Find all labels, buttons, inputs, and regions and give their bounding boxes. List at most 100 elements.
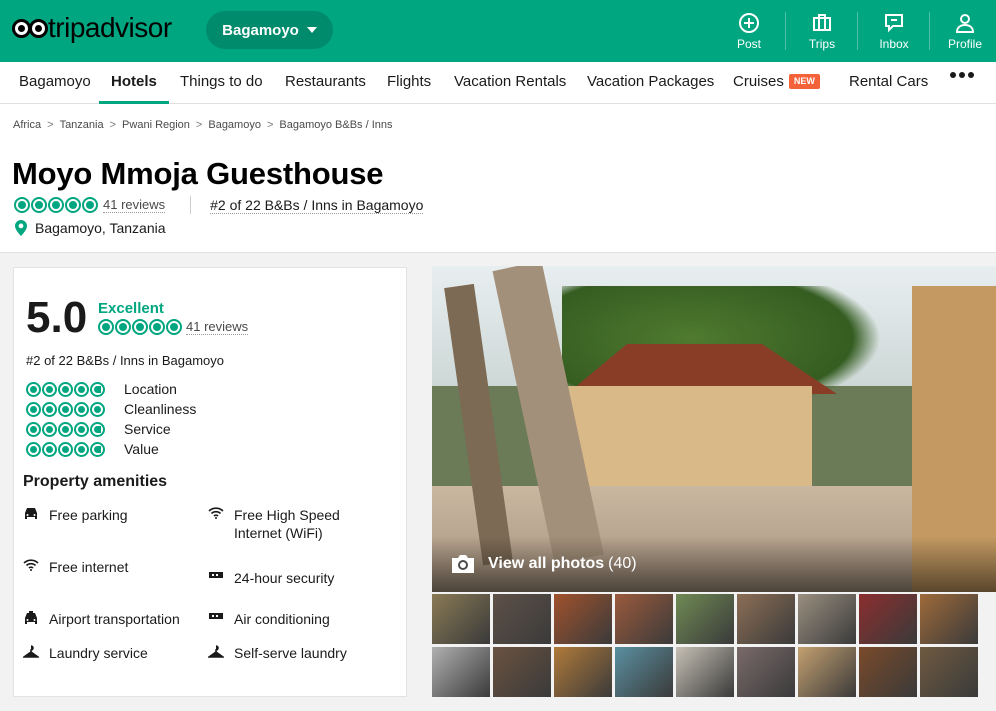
- profile-label: Profile: [947, 37, 982, 51]
- photo-thumbnail[interactable]: [859, 647, 917, 697]
- nav-item-things-to-do[interactable]: Things to do: [180, 62, 263, 104]
- nav-item-vacation-packages[interactable]: Vacation Packages: [587, 62, 714, 104]
- trips-label: Trips: [808, 37, 836, 51]
- subrating-value: Value: [26, 439, 196, 459]
- rating-bubbles: [26, 381, 105, 397]
- amenity-label: Free internet: [49, 559, 129, 575]
- rating-row: 41 reviews #2 of 22 B&Bs / Inns in Bagam…: [14, 196, 424, 214]
- chevron-right-icon: >: [266, 119, 274, 131]
- photo-thumbnail[interactable]: [798, 647, 856, 697]
- breadcrumb-item[interactable]: Bagamoyo B&Bs / Inns: [279, 119, 392, 131]
- ratings-card: 5.0 Excellent 41 reviews #2 of 22 B&Bs /…: [13, 267, 407, 697]
- location-text: Bagamoyo, Tanzania: [35, 220, 166, 236]
- car-icon: [23, 507, 39, 521]
- photo-thumbnail[interactable]: [554, 647, 612, 697]
- nav-item-bagamoyo[interactable]: Bagamoyo: [19, 62, 91, 104]
- photo-thumbnail[interactable]: [676, 594, 734, 644]
- more-menu-icon[interactable]: [950, 72, 974, 78]
- inbox-button[interactable]: Inbox: [862, 12, 926, 52]
- nav-item-cruises-label: Cruises: [733, 73, 784, 90]
- amenity-item: 24-hour security: [208, 569, 378, 587]
- subratings: Location Cleanliness Service Value: [26, 379, 196, 459]
- geo-selector-button[interactable]: Bagamoyo: [206, 11, 333, 49]
- breadcrumb-item[interactable]: Africa: [13, 119, 41, 131]
- reviews-link[interactable]: 41 reviews: [186, 319, 249, 335]
- amenities-title: Property amenities: [23, 473, 168, 490]
- photo-thumbnail[interactable]: [737, 647, 795, 697]
- amenity-item: Air conditioning: [208, 610, 378, 628]
- amenity-label: Airport transportation: [49, 611, 180, 627]
- rating-bubbles[interactable]: [14, 197, 98, 213]
- logo-text: tripadvisor: [48, 12, 172, 43]
- chevron-right-icon: >: [47, 119, 54, 131]
- post-button[interactable]: Post: [717, 12, 781, 52]
- main-photo[interactable]: View all photos (40): [432, 266, 996, 592]
- suitcase-icon: [813, 14, 831, 31]
- photo-house: [552, 386, 812, 496]
- amenity-item: Laundry service: [23, 644, 193, 662]
- trips-button[interactable]: Trips: [790, 12, 854, 52]
- divider: [785, 12, 786, 50]
- caret-down-icon: [306, 27, 317, 33]
- breadcrumb-item[interactable]: Tanzania: [60, 119, 104, 131]
- breadcrumb-item[interactable]: Pwani Region: [122, 119, 190, 131]
- chevron-right-icon: >: [195, 119, 203, 131]
- photo-thumbnail[interactable]: [737, 594, 795, 644]
- nav-item-rental-cars[interactable]: Rental Cars: [849, 62, 928, 104]
- rating-bubbles: [26, 441, 105, 457]
- nav-item-cruises[interactable]: Cruises NEW: [733, 62, 820, 104]
- ac-icon: [208, 611, 224, 621]
- location-row[interactable]: Bagamoyo, Tanzania: [15, 220, 166, 236]
- reviews-link[interactable]: 41 reviews: [103, 197, 166, 213]
- nav-item-flights[interactable]: Flights: [387, 62, 431, 104]
- amenity-label: 24-hour security: [234, 570, 335, 586]
- security-icon: [208, 570, 224, 580]
- photo-thumbnail[interactable]: [554, 594, 612, 644]
- photo-thumbnail[interactable]: [432, 594, 490, 644]
- photo-count: (40): [608, 555, 637, 572]
- subrating-label: Service: [124, 421, 171, 437]
- amenity-item: Airport transportation: [23, 610, 193, 628]
- chevron-right-icon: >: [109, 119, 117, 131]
- photo-thumbnail[interactable]: [920, 594, 978, 644]
- map-pin-icon: [15, 220, 27, 236]
- top-bar: tripadvisor Bagamoyo Post Trips Inbox Pr…: [0, 0, 996, 62]
- amenity-item: Free parking: [23, 506, 193, 524]
- overall-score: 5.0: [26, 293, 88, 342]
- amenity-item: Free internet: [23, 558, 193, 576]
- profile-button[interactable]: Profile: [933, 12, 996, 52]
- divider: [190, 196, 192, 214]
- score-rating: 41 reviews: [98, 319, 249, 335]
- divider: [857, 12, 858, 50]
- photo-thumbnail[interactable]: [432, 647, 490, 697]
- view-all-label: View all photos: [488, 555, 605, 572]
- photo-thumbnail[interactable]: [676, 647, 734, 697]
- photo-thumbnail[interactable]: [493, 594, 551, 644]
- view-all-photos-button[interactable]: View all photos (40): [432, 536, 996, 592]
- person-icon: [955, 14, 975, 33]
- score-word: Excellent: [98, 300, 164, 317]
- rating-bubbles: [26, 421, 105, 437]
- tripadvisor-logo[interactable]: tripadvisor: [12, 13, 172, 43]
- geo-label: Bagamoyo: [222, 21, 299, 39]
- nav-item-restaurants[interactable]: Restaurants: [285, 62, 366, 104]
- amenity-label: Air conditioning: [234, 611, 330, 627]
- nav-item-hotels[interactable]: Hotels: [99, 62, 169, 104]
- new-badge: NEW: [788, 74, 820, 89]
- wifi-icon: [23, 559, 39, 571]
- breadcrumb-item[interactable]: Bagamoyo: [208, 119, 261, 131]
- photo-thumbnail[interactable]: [920, 647, 978, 697]
- photo-thumbnail[interactable]: [798, 594, 856, 644]
- rank-link[interactable]: #2 of 22 B&Bs / Inns in Bagamoyo: [210, 197, 424, 214]
- photo-thumbnails: [432, 594, 996, 697]
- nav-item-vacation-rentals[interactable]: Vacation Rentals: [454, 62, 566, 104]
- wifi-icon: [208, 507, 224, 519]
- photo-thumbnail[interactable]: [615, 594, 673, 644]
- photo-thumbnail[interactable]: [493, 647, 551, 697]
- subrating-cleanliness: Cleanliness: [26, 399, 196, 419]
- amenity-label: Self-serve laundry: [234, 645, 347, 661]
- photo-thumbnail[interactable]: [859, 594, 917, 644]
- photo-thumbnail[interactable]: [615, 647, 673, 697]
- property-header: Africa > Tanzania > Pwani Region > Bagamoyo > Ba…: [0, 104, 996, 253]
- amenity-label: Free parking: [49, 507, 128, 523]
